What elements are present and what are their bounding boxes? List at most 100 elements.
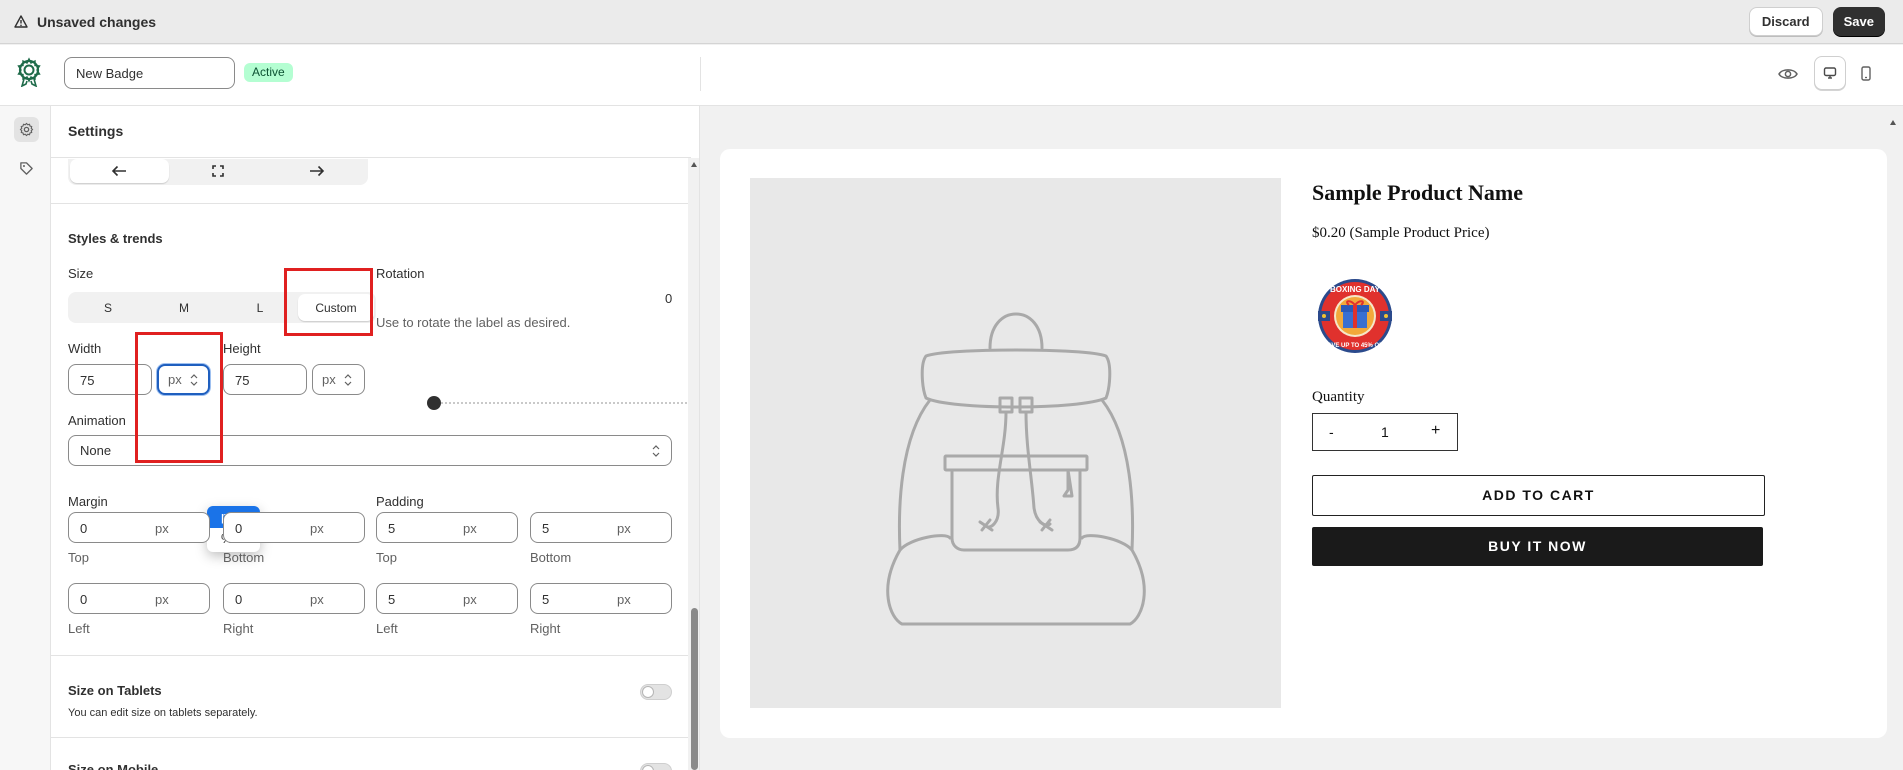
height-input[interactable]: 75 (223, 364, 307, 395)
padding-left-unit: px (463, 592, 477, 607)
padding-bottom-input[interactable]: 5 px (530, 512, 672, 543)
quantity-stepper: - 1 + (1312, 413, 1458, 451)
position-center-option[interactable] (169, 159, 268, 183)
padding-bottom-unit: px (617, 521, 631, 536)
size-option-s[interactable]: S (70, 294, 146, 321)
quantity-decrease-button[interactable]: - (1329, 424, 1334, 440)
mobile-view-button[interactable] (1850, 56, 1882, 90)
padding-right-input[interactable]: 5 px (530, 583, 672, 614)
header-divider (700, 57, 701, 91)
rotation-slider-track[interactable] (434, 402, 690, 404)
rail-settings-button[interactable] (14, 117, 39, 142)
custom-size-highlight (284, 268, 373, 336)
styles-heading: Styles & trends (68, 231, 163, 246)
margin-top-input[interactable]: 0 px (68, 512, 210, 543)
settings-scrollbar[interactable] (688, 158, 699, 770)
chevron-updown-icon (652, 445, 660, 457)
status-badge: Active (244, 63, 293, 82)
animation-value: None (80, 443, 112, 458)
backpack-icon (886, 312, 1146, 626)
position-right-option[interactable] (267, 159, 366, 183)
padding-left-input[interactable]: 5 px (376, 583, 518, 614)
app-logo-icon (17, 57, 41, 87)
margin-label: Margin (68, 494, 108, 509)
tablets-size-toggle[interactable] (640, 684, 672, 700)
height-label: Height (223, 341, 261, 356)
padding-bottom-label: Bottom (530, 550, 572, 565)
mobile-icon (1861, 65, 1871, 81)
margin-top-unit: px (155, 521, 169, 536)
quantity-increase-button[interactable]: + (1431, 422, 1440, 440)
margin-bottom-label: Bottom (223, 550, 265, 565)
width-value: 75 (80, 373, 95, 388)
padding-top-input[interactable]: 5 px (376, 512, 518, 543)
rail-badges-button[interactable] (14, 156, 39, 181)
mobile-size-toggle[interactable] (640, 763, 672, 770)
padding-right-unit: px (617, 592, 631, 607)
contextual-save-bar: Unsaved changes Discard Save (0, 0, 1903, 44)
margin-right-input[interactable]: 0 px (223, 583, 365, 614)
editor-header: Active (0, 45, 1903, 106)
margin-right-label: Right (223, 621, 254, 636)
section-divider (51, 655, 688, 656)
margin-left-unit: px (155, 592, 169, 607)
padding-left-value: 5 (388, 592, 396, 607)
margin-left-label: Left (68, 621, 90, 636)
quantity-label: Quantity (1312, 389, 1365, 405)
tablets-heading: Size on Tablets (68, 683, 162, 698)
unit-select-highlight (135, 332, 223, 463)
margin-left-input[interactable]: 0 px (68, 583, 210, 614)
add-to-cart-button[interactable]: ADD TO CART (1312, 475, 1765, 516)
margin-bottom-value: 0 (235, 521, 243, 536)
height-unit-select[interactable]: px (312, 364, 365, 395)
mobile-heading: Size on Mobile (68, 762, 159, 770)
size-label: Size (68, 266, 94, 281)
padding-top-value: 5 (388, 521, 396, 536)
width-label: Width (68, 341, 102, 356)
arrow-right-icon (309, 165, 324, 177)
margin-bottom-input[interactable]: 0 px (223, 512, 365, 543)
rotation-slider-handle[interactable] (427, 396, 441, 410)
preview-scroll-up-icon[interactable] (1890, 120, 1896, 125)
svg-text:SAVE UP TO 45% OFF: SAVE UP TO 45% OFF (1323, 343, 1386, 349)
buy-it-now-button[interactable]: BUY IT NOW (1312, 527, 1763, 566)
scroll-up-icon (691, 162, 697, 167)
product-image-placeholder (750, 178, 1281, 708)
tablets-help-text: You can edit size on tablets separately. (68, 707, 258, 719)
quantity-value[interactable]: 1 (1381, 424, 1389, 440)
svg-text:BOXING DAY: BOXING DAY (1330, 285, 1381, 294)
padding-top-unit: px (463, 521, 477, 536)
boxing-day-sale-badge-icon: BOXING DAY SAVE UP TO 45% OFF (1318, 279, 1392, 353)
section-divider (51, 203, 688, 204)
padding-label: Padding (376, 494, 424, 509)
badge-name-input[interactable] (64, 57, 235, 89)
padding-bottom-value: 5 (542, 521, 550, 536)
rotation-value: 0 (665, 291, 673, 306)
margin-bottom-unit: px (310, 521, 324, 536)
alert-triangle-icon (14, 15, 28, 28)
height-unit-value: px (322, 372, 336, 387)
gear-icon (19, 122, 34, 137)
discard-button[interactable]: Discard (1748, 7, 1823, 36)
arrow-left-icon (112, 165, 127, 177)
position-left-option[interactable] (70, 159, 169, 183)
position-segmented-control (68, 159, 368, 185)
settings-title: Settings (51, 106, 691, 158)
margin-left-value: 0 (80, 592, 88, 607)
fullscreen-icon (212, 165, 224, 177)
padding-right-label: Right (530, 621, 561, 636)
desktop-icon (1823, 67, 1837, 79)
padding-left-label: Left (376, 621, 398, 636)
product-price: $0.20 (Sample Product Price) (1312, 225, 1490, 241)
desktop-view-button[interactable] (1814, 56, 1846, 90)
size-option-m[interactable]: M (146, 294, 222, 321)
eye-icon[interactable] (1778, 66, 1798, 82)
padding-right-value: 5 (542, 592, 550, 607)
device-toggle (1814, 56, 1884, 92)
animation-label: Animation (68, 413, 126, 428)
save-button[interactable]: Save (1832, 7, 1885, 36)
tag-icon (20, 162, 33, 175)
scrollbar-thumb[interactable] (691, 608, 698, 770)
rotation-label: Rotation (376, 266, 425, 281)
unsaved-changes-text: Unsaved changes (37, 13, 157, 30)
